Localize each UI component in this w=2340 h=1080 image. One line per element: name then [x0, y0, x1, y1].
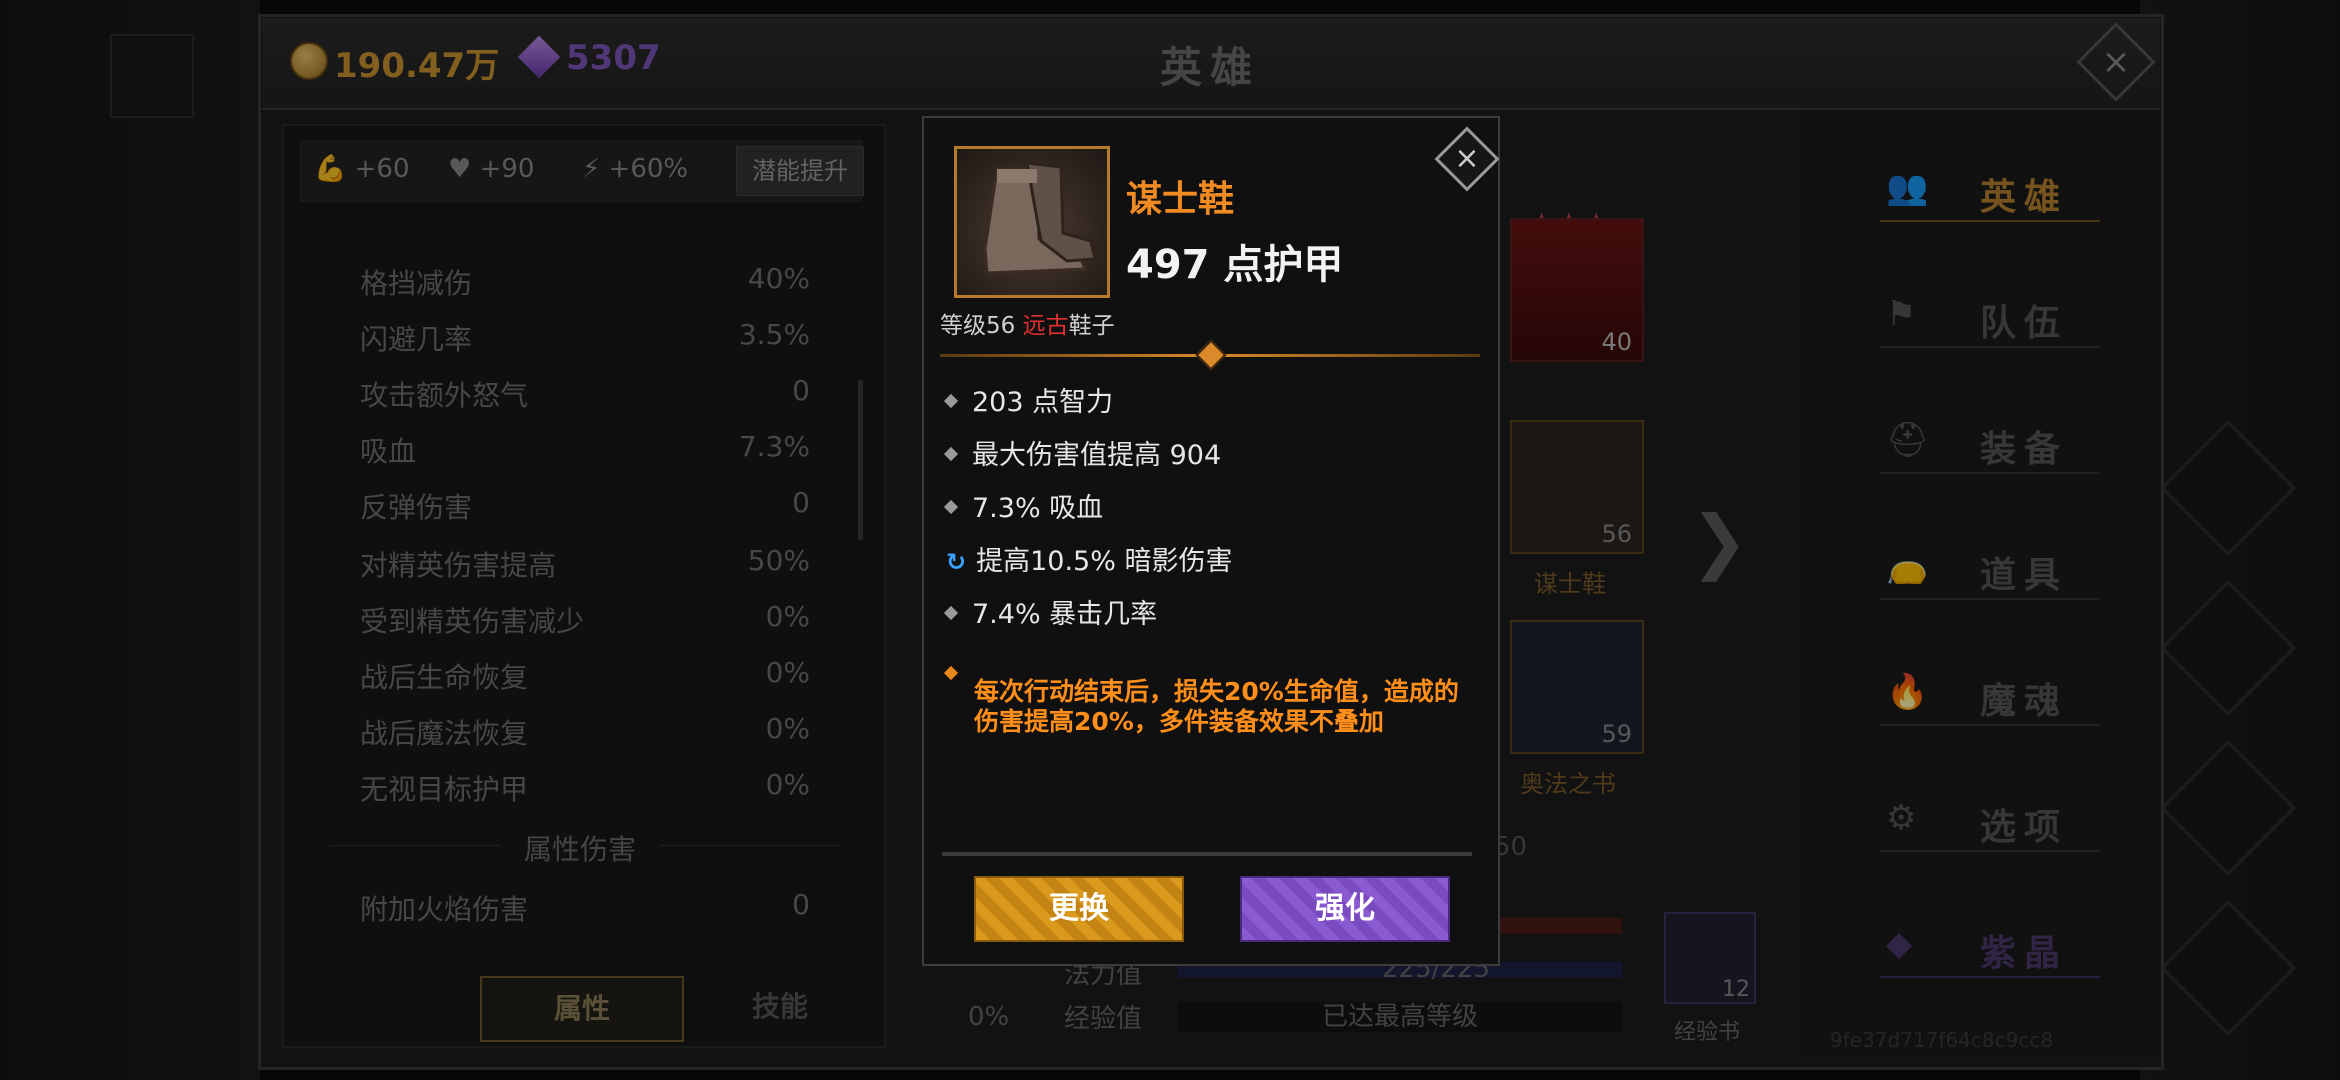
item-slot-type: 鞋子 — [1068, 313, 1115, 339]
enhance-button[interactable]: 强化 — [1240, 876, 1450, 942]
bullet-icon — [943, 605, 959, 620]
affix-row: 7.3% 吸血 — [943, 486, 1104, 525]
reroll-icon: ↻ — [946, 548, 967, 576]
tooltip-bottom-divider — [942, 852, 1472, 856]
legendary-affix-row: 每次行动结束后，损失20%生命值，造成的伤害提高20%，多件装备效果不叠加 — [943, 646, 1466, 737]
affix-text: 提高10.5% 暗影伤害 — [976, 546, 1233, 577]
bullet-icon — [943, 446, 959, 461]
replace-button[interactable]: 更换 — [974, 876, 1184, 942]
affix-text: 7.4% 暴击几率 — [972, 599, 1158, 630]
legendary-bullet-icon — [943, 665, 959, 680]
affix-text: 最大伤害值提高 904 — [972, 440, 1222, 471]
item-armor: 497 点护甲 — [1126, 242, 1344, 288]
boots-icon — [983, 161, 1097, 275]
close-icon: × — [1454, 141, 1480, 176]
affix-row: 最大伤害值提高 904 — [943, 433, 1222, 472]
legendary-affix-text: 每次行动结束后，损失20%生命值，造成的伤害提高20%，多件装备效果不叠加 — [974, 677, 1459, 736]
item-meta: 等级56 远古鞋子 — [940, 306, 1115, 340]
affix-text: 203 点智力 — [972, 387, 1114, 418]
item-level: 等级56 — [940, 313, 1016, 339]
affix-text: 7.3% 吸血 — [972, 493, 1104, 524]
item-icon-frame — [954, 146, 1110, 298]
item-name: 谋士鞋 — [1126, 179, 1235, 220]
affix-row: 7.4% 暴击几率 — [943, 592, 1158, 631]
affix-row: ↻ 提高10.5% 暗影伤害 — [946, 539, 1232, 578]
bullet-icon — [943, 499, 959, 514]
affix-row: 203 点智力 — [943, 380, 1114, 419]
item-rarity: 远古 — [1022, 313, 1069, 339]
bullet-icon — [943, 393, 959, 408]
